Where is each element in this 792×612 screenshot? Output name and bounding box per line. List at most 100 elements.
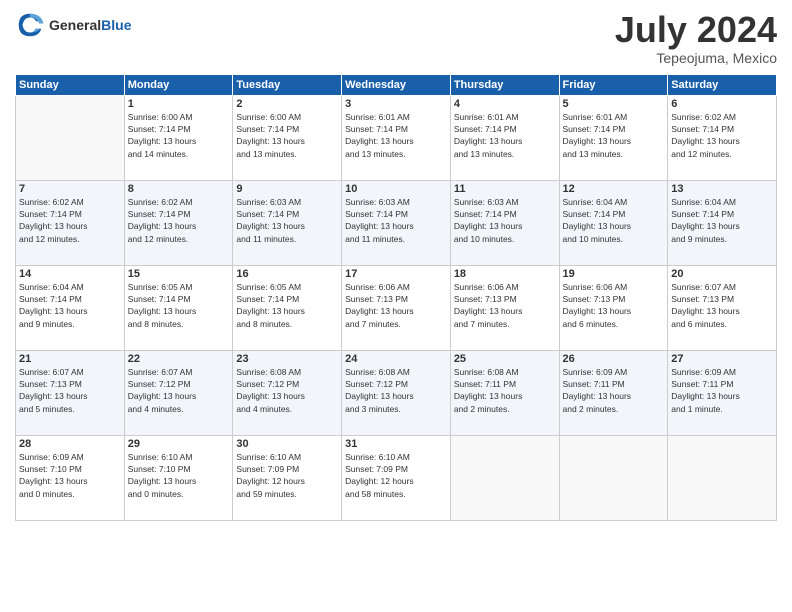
day-number: 20 xyxy=(671,268,773,280)
day-number: 16 xyxy=(236,268,338,280)
day-number: 19 xyxy=(563,268,665,280)
day-number: 2 xyxy=(236,98,338,110)
day-number: 12 xyxy=(563,183,665,195)
day-info: Sunrise: 6:09 AM Sunset: 7:11 PM Dayligh… xyxy=(563,366,665,415)
header-saturday: Saturday xyxy=(668,74,777,95)
day-info: Sunrise: 6:10 AM Sunset: 7:09 PM Dayligh… xyxy=(345,451,447,500)
day-number: 17 xyxy=(345,268,447,280)
table-row xyxy=(668,435,777,520)
title-block: July 2024 Tepeojuma, Mexico xyxy=(615,10,777,66)
day-info: Sunrise: 6:07 AM Sunset: 7:13 PM Dayligh… xyxy=(19,366,121,415)
day-number: 18 xyxy=(454,268,556,280)
table-row: 18Sunrise: 6:06 AM Sunset: 7:13 PM Dayli… xyxy=(450,265,559,350)
table-row xyxy=(16,95,125,180)
day-info: Sunrise: 6:05 AM Sunset: 7:14 PM Dayligh… xyxy=(128,281,230,330)
table-row: 29Sunrise: 6:10 AM Sunset: 7:10 PM Dayli… xyxy=(124,435,233,520)
day-info: Sunrise: 6:08 AM Sunset: 7:12 PM Dayligh… xyxy=(345,366,447,415)
day-info: Sunrise: 6:03 AM Sunset: 7:14 PM Dayligh… xyxy=(345,196,447,245)
table-row: 8Sunrise: 6:02 AM Sunset: 7:14 PM Daylig… xyxy=(124,180,233,265)
table-row: 1Sunrise: 6:00 AM Sunset: 7:14 PM Daylig… xyxy=(124,95,233,180)
table-row: 6Sunrise: 6:02 AM Sunset: 7:14 PM Daylig… xyxy=(668,95,777,180)
table-row: 2Sunrise: 6:00 AM Sunset: 7:14 PM Daylig… xyxy=(233,95,342,180)
day-info: Sunrise: 6:02 AM Sunset: 7:14 PM Dayligh… xyxy=(19,196,121,245)
day-info: Sunrise: 6:06 AM Sunset: 7:13 PM Dayligh… xyxy=(563,281,665,330)
day-number: 11 xyxy=(454,183,556,195)
table-row: 21Sunrise: 6:07 AM Sunset: 7:13 PM Dayli… xyxy=(16,350,125,435)
day-info: Sunrise: 6:04 AM Sunset: 7:14 PM Dayligh… xyxy=(563,196,665,245)
table-row: 19Sunrise: 6:06 AM Sunset: 7:13 PM Dayli… xyxy=(559,265,668,350)
header-tuesday: Tuesday xyxy=(233,74,342,95)
table-row: 20Sunrise: 6:07 AM Sunset: 7:13 PM Dayli… xyxy=(668,265,777,350)
day-number: 29 xyxy=(128,438,230,450)
day-number: 25 xyxy=(454,353,556,365)
table-row: 5Sunrise: 6:01 AM Sunset: 7:14 PM Daylig… xyxy=(559,95,668,180)
table-row: 11Sunrise: 6:03 AM Sunset: 7:14 PM Dayli… xyxy=(450,180,559,265)
table-row: 12Sunrise: 6:04 AM Sunset: 7:14 PM Dayli… xyxy=(559,180,668,265)
day-number: 8 xyxy=(128,183,230,195)
day-number: 26 xyxy=(563,353,665,365)
day-info: Sunrise: 6:07 AM Sunset: 7:13 PM Dayligh… xyxy=(671,281,773,330)
day-info: Sunrise: 6:04 AM Sunset: 7:14 PM Dayligh… xyxy=(19,281,121,330)
day-info: Sunrise: 6:01 AM Sunset: 7:14 PM Dayligh… xyxy=(345,111,447,160)
table-row xyxy=(559,435,668,520)
day-info: Sunrise: 6:02 AM Sunset: 7:14 PM Dayligh… xyxy=(128,196,230,245)
day-number: 22 xyxy=(128,353,230,365)
table-row: 17Sunrise: 6:06 AM Sunset: 7:13 PM Dayli… xyxy=(342,265,451,350)
day-info: Sunrise: 6:05 AM Sunset: 7:14 PM Dayligh… xyxy=(236,281,338,330)
page: GeneralBlue July 2024 Tepeojuma, Mexico … xyxy=(0,0,792,612)
table-row: 3Sunrise: 6:01 AM Sunset: 7:14 PM Daylig… xyxy=(342,95,451,180)
header-wednesday: Wednesday xyxy=(342,74,451,95)
table-row: 4Sunrise: 6:01 AM Sunset: 7:14 PM Daylig… xyxy=(450,95,559,180)
table-row: 9Sunrise: 6:03 AM Sunset: 7:14 PM Daylig… xyxy=(233,180,342,265)
table-row: 28Sunrise: 6:09 AM Sunset: 7:10 PM Dayli… xyxy=(16,435,125,520)
header: GeneralBlue July 2024 Tepeojuma, Mexico xyxy=(15,10,777,66)
table-row: 10Sunrise: 6:03 AM Sunset: 7:14 PM Dayli… xyxy=(342,180,451,265)
table-row: 23Sunrise: 6:08 AM Sunset: 7:12 PM Dayli… xyxy=(233,350,342,435)
day-number: 5 xyxy=(563,98,665,110)
day-info: Sunrise: 6:00 AM Sunset: 7:14 PM Dayligh… xyxy=(128,111,230,160)
logo-icon xyxy=(15,10,45,40)
day-number: 13 xyxy=(671,183,773,195)
table-row: 7Sunrise: 6:02 AM Sunset: 7:14 PM Daylig… xyxy=(16,180,125,265)
day-number: 6 xyxy=(671,98,773,110)
day-number: 15 xyxy=(128,268,230,280)
day-number: 7 xyxy=(19,183,121,195)
day-info: Sunrise: 6:03 AM Sunset: 7:14 PM Dayligh… xyxy=(236,196,338,245)
table-row: 14Sunrise: 6:04 AM Sunset: 7:14 PM Dayli… xyxy=(16,265,125,350)
day-info: Sunrise: 6:01 AM Sunset: 7:14 PM Dayligh… xyxy=(563,111,665,160)
table-row: 26Sunrise: 6:09 AM Sunset: 7:11 PM Dayli… xyxy=(559,350,668,435)
day-info: Sunrise: 6:08 AM Sunset: 7:12 PM Dayligh… xyxy=(236,366,338,415)
day-info: Sunrise: 6:01 AM Sunset: 7:14 PM Dayligh… xyxy=(454,111,556,160)
logo-text: GeneralBlue xyxy=(49,17,131,34)
day-number: 4 xyxy=(454,98,556,110)
day-number: 31 xyxy=(345,438,447,450)
day-number: 10 xyxy=(345,183,447,195)
logo: GeneralBlue xyxy=(15,10,131,40)
day-info: Sunrise: 6:09 AM Sunset: 7:11 PM Dayligh… xyxy=(671,366,773,415)
table-row: 31Sunrise: 6:10 AM Sunset: 7:09 PM Dayli… xyxy=(342,435,451,520)
table-row: 30Sunrise: 6:10 AM Sunset: 7:09 PM Dayli… xyxy=(233,435,342,520)
day-info: Sunrise: 6:07 AM Sunset: 7:12 PM Dayligh… xyxy=(128,366,230,415)
table-row: 27Sunrise: 6:09 AM Sunset: 7:11 PM Dayli… xyxy=(668,350,777,435)
logo-blue: Blue xyxy=(101,17,131,33)
table-row: 13Sunrise: 6:04 AM Sunset: 7:14 PM Dayli… xyxy=(668,180,777,265)
header-monday: Monday xyxy=(124,74,233,95)
table-row: 16Sunrise: 6:05 AM Sunset: 7:14 PM Dayli… xyxy=(233,265,342,350)
day-number: 30 xyxy=(236,438,338,450)
month-title: July 2024 xyxy=(615,10,777,50)
day-info: Sunrise: 6:00 AM Sunset: 7:14 PM Dayligh… xyxy=(236,111,338,160)
day-number: 14 xyxy=(19,268,121,280)
day-number: 1 xyxy=(128,98,230,110)
day-number: 23 xyxy=(236,353,338,365)
day-info: Sunrise: 6:03 AM Sunset: 7:14 PM Dayligh… xyxy=(454,196,556,245)
location-subtitle: Tepeojuma, Mexico xyxy=(615,50,777,66)
day-info: Sunrise: 6:10 AM Sunset: 7:10 PM Dayligh… xyxy=(128,451,230,500)
day-number: 9 xyxy=(236,183,338,195)
day-info: Sunrise: 6:10 AM Sunset: 7:09 PM Dayligh… xyxy=(236,451,338,500)
day-info: Sunrise: 6:09 AM Sunset: 7:10 PM Dayligh… xyxy=(19,451,121,500)
day-info: Sunrise: 6:04 AM Sunset: 7:14 PM Dayligh… xyxy=(671,196,773,245)
day-number: 27 xyxy=(671,353,773,365)
table-row: 25Sunrise: 6:08 AM Sunset: 7:11 PM Dayli… xyxy=(450,350,559,435)
day-info: Sunrise: 6:02 AM Sunset: 7:14 PM Dayligh… xyxy=(671,111,773,160)
day-info: Sunrise: 6:06 AM Sunset: 7:13 PM Dayligh… xyxy=(345,281,447,330)
